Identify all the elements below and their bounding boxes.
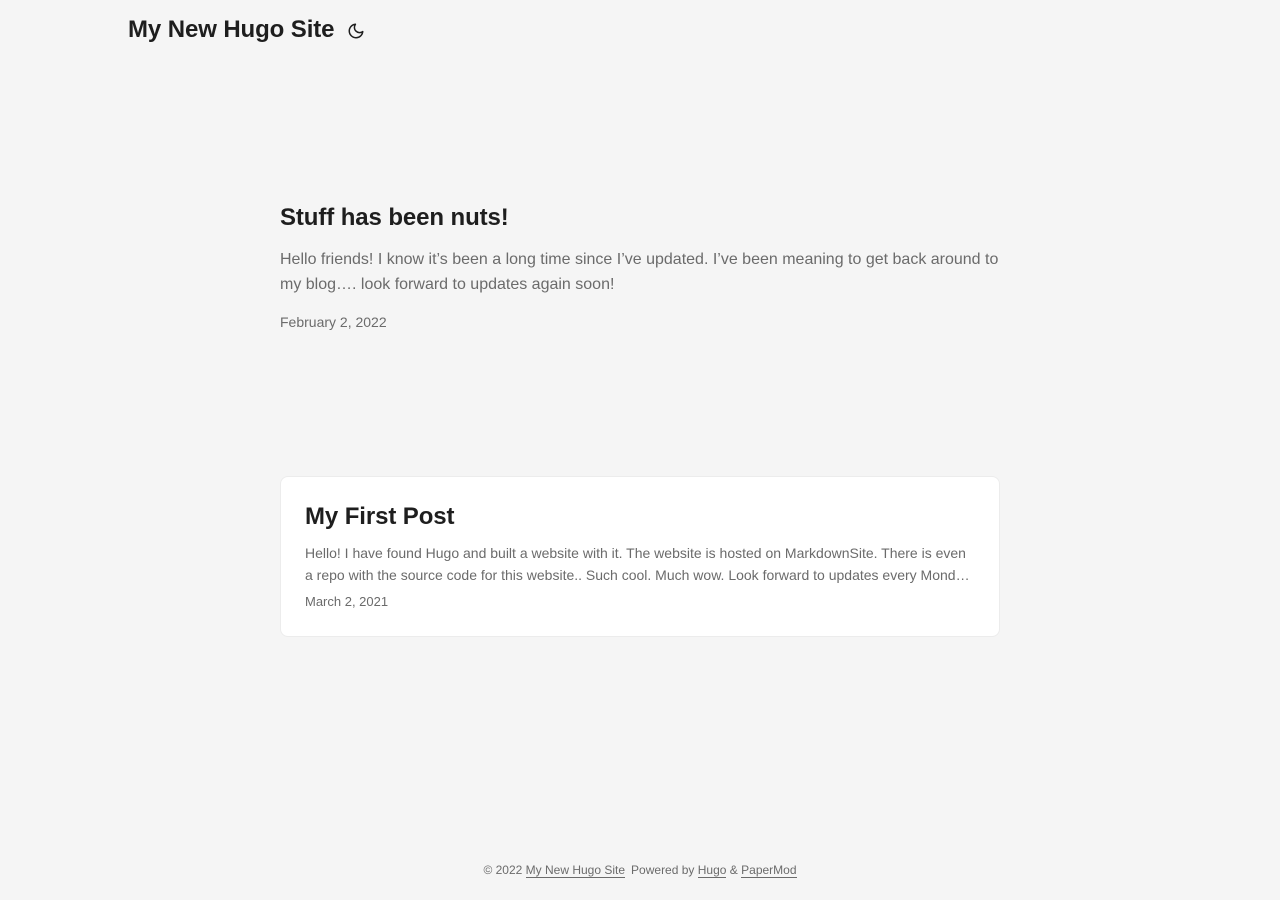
footer-hugo-link[interactable]: Hugo <box>697 863 727 878</box>
site-header: My New Hugo Site <box>0 0 1280 60</box>
moon-icon <box>347 22 365 40</box>
site-title-link[interactable]: My New Hugo Site <box>128 15 335 45</box>
site-footer: © 2022 My New Hugo Site Powered by Hugo &… <box>0 860 1280 880</box>
footer-powered-by: Powered by <box>631 863 695 877</box>
footer-papermod-link[interactable]: PaperMod <box>741 863 797 878</box>
first-entry: Stuff has been nuts! Hello friends! I kn… <box>280 200 1000 332</box>
first-entry-title: Stuff has been nuts! <box>280 204 509 231</box>
footer-site-link[interactable]: My New Hugo Site <box>525 863 626 878</box>
footer-ampersand: & <box>729 863 738 877</box>
post-card-title: My First Post <box>305 503 455 530</box>
post-card-summary: Hello! I have found Hugo and built a web… <box>305 545 970 583</box>
post-card-date: March 2, 2021 <box>305 594 389 609</box>
first-entry-date: February 2, 2022 <box>280 314 387 330</box>
first-entry-summary: Hello friends! I know it’s been a long t… <box>280 251 999 293</box>
post-card[interactable]: My First Post Hello! I have found Hugo a… <box>280 476 1000 637</box>
theme-toggle-button[interactable] <box>345 20 367 42</box>
footer-copyright: © 2022 <box>483 863 523 877</box>
